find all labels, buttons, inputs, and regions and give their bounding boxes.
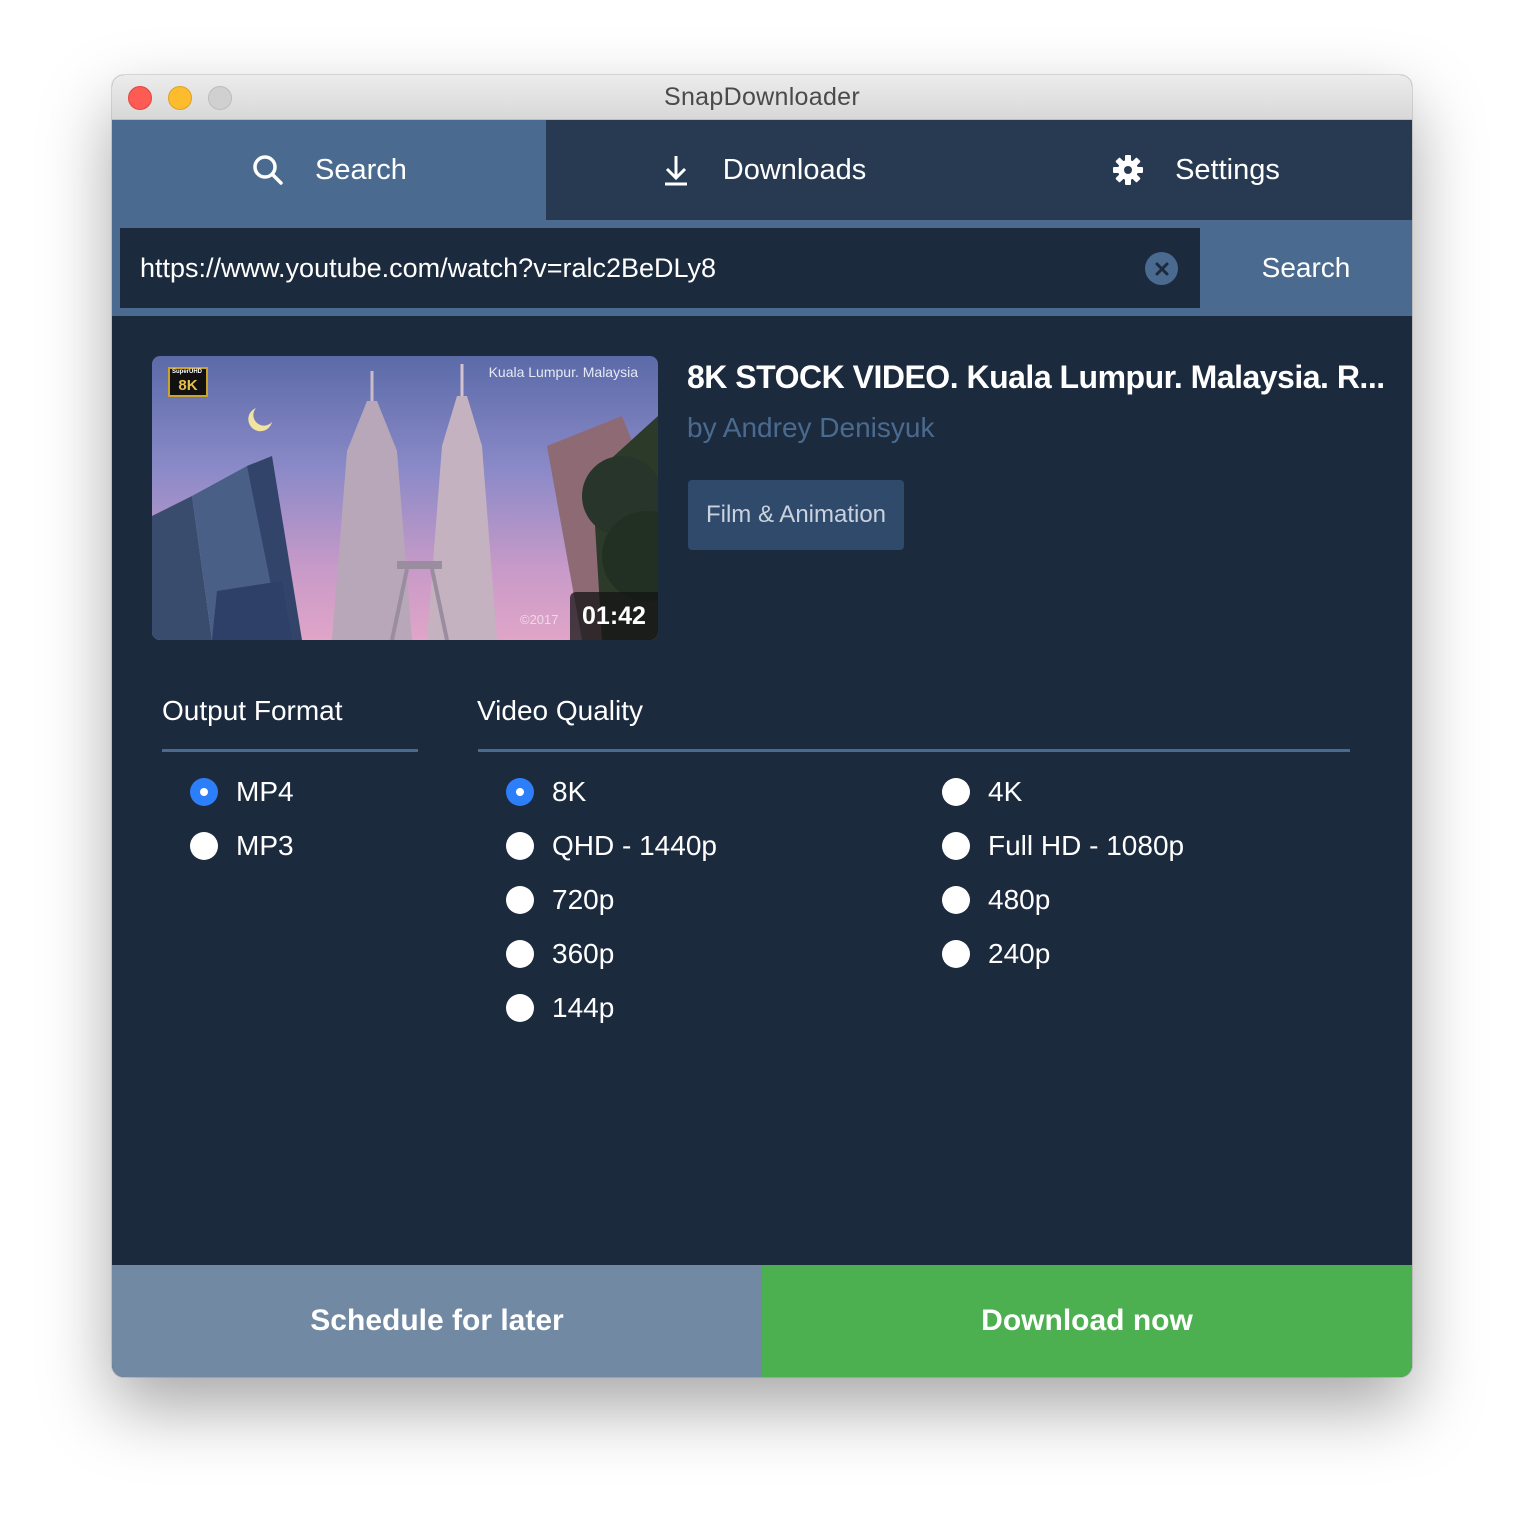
tab-search-label: Search: [315, 153, 407, 186]
video-duration: 01:42: [570, 592, 658, 640]
window-title: SnapDownloader: [664, 83, 860, 111]
quality-option-4k[interactable]: 4K: [942, 772, 1022, 812]
format-option-mp3[interactable]: MP3: [190, 826, 294, 866]
tab-settings[interactable]: Settings: [979, 120, 1412, 220]
clear-input-icon[interactable]: [1145, 252, 1178, 285]
radio-button[interactable]: [190, 832, 218, 860]
title-bar: SnapDownloader: [112, 75, 1412, 120]
gear-icon: [1111, 153, 1145, 187]
radio-button[interactable]: [942, 832, 970, 860]
radio-button[interactable]: [506, 994, 534, 1022]
tab-search[interactable]: Search: [112, 120, 546, 220]
tab-bar: Search Downloads Settings: [112, 120, 1412, 220]
download-now-button[interactable]: Download now: [762, 1265, 1412, 1377]
quality-option-360p[interactable]: 360p: [506, 934, 614, 974]
tab-settings-label: Settings: [1175, 153, 1280, 186]
quality-option-1080p[interactable]: Full HD - 1080p: [942, 826, 1184, 866]
app-window: SnapDownloader Search Downloads Settings…: [112, 75, 1412, 1377]
video-quality-heading: Video Quality: [477, 695, 644, 726]
radio-button[interactable]: [506, 940, 534, 968]
output-format-heading: Output Format: [162, 695, 343, 726]
search-button[interactable]: Search: [1200, 228, 1412, 308]
video-author[interactable]: by Andrey Denisyuk: [687, 412, 934, 444]
tab-downloads[interactable]: Downloads: [546, 120, 979, 220]
url-input[interactable]: https://www.youtube.com/watch?v=ralc2BeD…: [120, 228, 1200, 308]
download-icon: [659, 153, 693, 187]
video-thumbnail[interactable]: SuperUHD 8K Kuala Lumpur. Malaysia ©2017 …: [152, 356, 658, 640]
quality-option-480p[interactable]: 480p: [942, 880, 1050, 920]
format-option-mp4[interactable]: MP4: [190, 772, 294, 812]
video-quality-divider: [478, 749, 1350, 752]
thumbnail-copyright: ©2017: [520, 612, 559, 627]
thumbnail-caption: Kuala Lumpur. Malaysia: [488, 364, 638, 380]
quality-option-240p[interactable]: 240p: [942, 934, 1050, 974]
search-bar: https://www.youtube.com/watch?v=ralc2BeD…: [112, 220, 1412, 316]
radio-button[interactable]: [506, 886, 534, 914]
radio-button[interactable]: [506, 778, 534, 806]
action-bar: Schedule for later Download now: [112, 1265, 1412, 1377]
schedule-for-later-button[interactable]: Schedule for later: [112, 1265, 762, 1377]
radio-button[interactable]: [506, 832, 534, 860]
category-badge: Film & Animation: [688, 480, 904, 550]
thumbnail-8k-badge: SuperUHD 8K: [168, 367, 208, 397]
quality-option-720p[interactable]: 720p: [506, 880, 614, 920]
quality-option-1440p[interactable]: QHD - 1440p: [506, 826, 717, 866]
radio-button[interactable]: [190, 778, 218, 806]
output-format-divider: [162, 749, 418, 752]
video-title: 8K STOCK VIDEO. Kuala Lumpur. Malaysia. …: [687, 359, 1385, 395]
tab-downloads-label: Downloads: [722, 153, 867, 186]
radio-button[interactable]: [942, 778, 970, 806]
radio-button[interactable]: [942, 886, 970, 914]
quality-option-144p[interactable]: 144p: [506, 988, 614, 1028]
search-icon: [251, 153, 285, 187]
radio-button[interactable]: [942, 940, 970, 968]
quality-option-8k[interactable]: 8K: [506, 772, 586, 812]
